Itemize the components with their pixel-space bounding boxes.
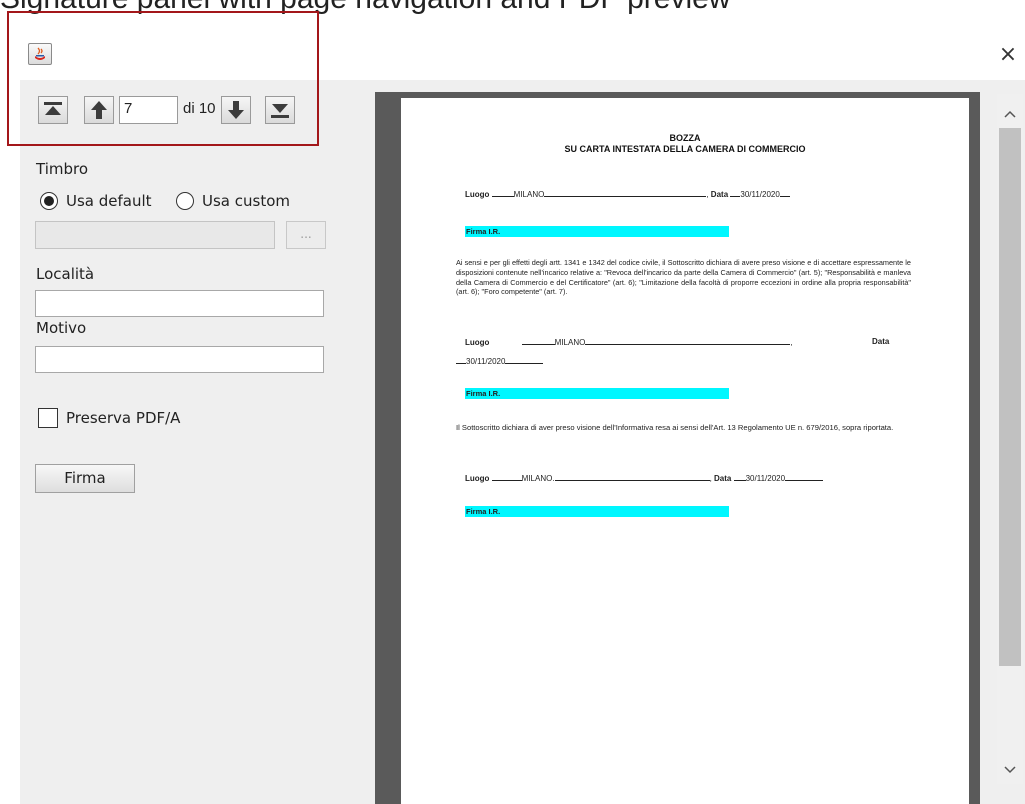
last-page-button[interactable] xyxy=(265,96,295,124)
localita-input[interactable] xyxy=(35,290,324,317)
use-default-radio[interactable] xyxy=(40,192,58,210)
doc-date-line-2: 30/11/2020 xyxy=(456,356,544,366)
caption-text: Signature panel with page navigation and… xyxy=(0,0,730,16)
first-page-icon xyxy=(44,102,62,115)
doc-title-line1: BOZZA xyxy=(669,133,701,143)
browse-stamp-button: ... xyxy=(286,221,326,249)
scrollbar-thumb[interactable] xyxy=(999,128,1021,666)
signature-label: Firma I.R. xyxy=(466,389,501,398)
next-page-icon xyxy=(228,101,244,119)
date-value: 30/11/2020 xyxy=(740,190,780,199)
last-page-icon xyxy=(271,104,289,118)
place-label: Luogo xyxy=(465,338,490,347)
doc-place-date-row-1: Luogo MILANO, Data 30/11/2020 xyxy=(465,189,790,199)
signature-field-1: Firma I.R. xyxy=(465,226,729,237)
signature-options-panel xyxy=(20,80,360,804)
date-label: Data xyxy=(710,190,729,199)
caption-strip: Signature panel with page navigation and… xyxy=(0,0,1025,22)
previous-page-button[interactable] xyxy=(84,96,114,124)
java-app-icon xyxy=(28,43,52,65)
doc-place-date-row-2: Luogo MILANO, xyxy=(465,338,793,347)
previous-page-icon xyxy=(91,101,107,119)
next-page-button[interactable] xyxy=(221,96,251,124)
scroll-down-icon[interactable] xyxy=(997,758,1023,782)
pdf-page: BOZZA SU CARTA INTESTATA DELLA CAMERA DI… xyxy=(401,98,969,804)
use-default-label[interactable]: Usa default xyxy=(66,192,152,210)
first-page-button[interactable] xyxy=(38,96,68,124)
custom-stamp-path-field xyxy=(35,221,275,249)
sign-button[interactable]: Firma xyxy=(35,464,135,493)
date-label: Data xyxy=(714,474,732,483)
doc-place-date-row-3: Luogo MILANO., Data 30/11/2020 xyxy=(465,473,824,483)
page-number-input[interactable]: 7 xyxy=(119,96,178,124)
use-custom-label[interactable]: Usa custom xyxy=(202,192,290,210)
motivo-label: Motivo xyxy=(36,319,87,337)
date-label: Data xyxy=(872,337,890,346)
close-icon[interactable]: × xyxy=(995,42,1021,68)
signature-field-3: Firma I.R. xyxy=(465,506,729,517)
place-value: MILANO xyxy=(513,190,545,199)
timbro-label: Timbro xyxy=(36,160,89,178)
signature-label: Firma I.R. xyxy=(466,507,501,516)
clauses-paragraph: Ai sensi e per gli effetti degli artt. 1… xyxy=(456,258,911,297)
place-label: Luogo xyxy=(465,474,490,483)
date-value: 30/11/2020 xyxy=(466,357,506,366)
signature-field-2: Firma I.R. xyxy=(465,388,729,399)
preserve-pdfa-label[interactable]: Preserva PDF/A xyxy=(66,409,180,427)
place-value: MILANO xyxy=(554,338,586,347)
privacy-paragraph: Il Sottoscritto dichiara di aver preso v… xyxy=(456,423,894,432)
preserve-pdfa-checkbox[interactable] xyxy=(38,408,58,428)
scroll-up-icon[interactable] xyxy=(997,102,1023,126)
date-value: 30/11/2020 xyxy=(745,474,786,483)
use-custom-radio[interactable] xyxy=(176,192,194,210)
localita-label: Località xyxy=(36,265,95,283)
place-label: Luogo xyxy=(465,190,490,199)
date-label-right: Data xyxy=(872,337,889,346)
motivo-input[interactable] xyxy=(35,346,324,373)
doc-title-line2: SU CARTA INTESTATA DELLA CAMERA DI COMME… xyxy=(564,144,806,154)
place-value: MILANO xyxy=(521,474,553,483)
signature-label: Firma I.R. xyxy=(466,227,501,236)
page-count-label: di 10 xyxy=(183,100,216,117)
